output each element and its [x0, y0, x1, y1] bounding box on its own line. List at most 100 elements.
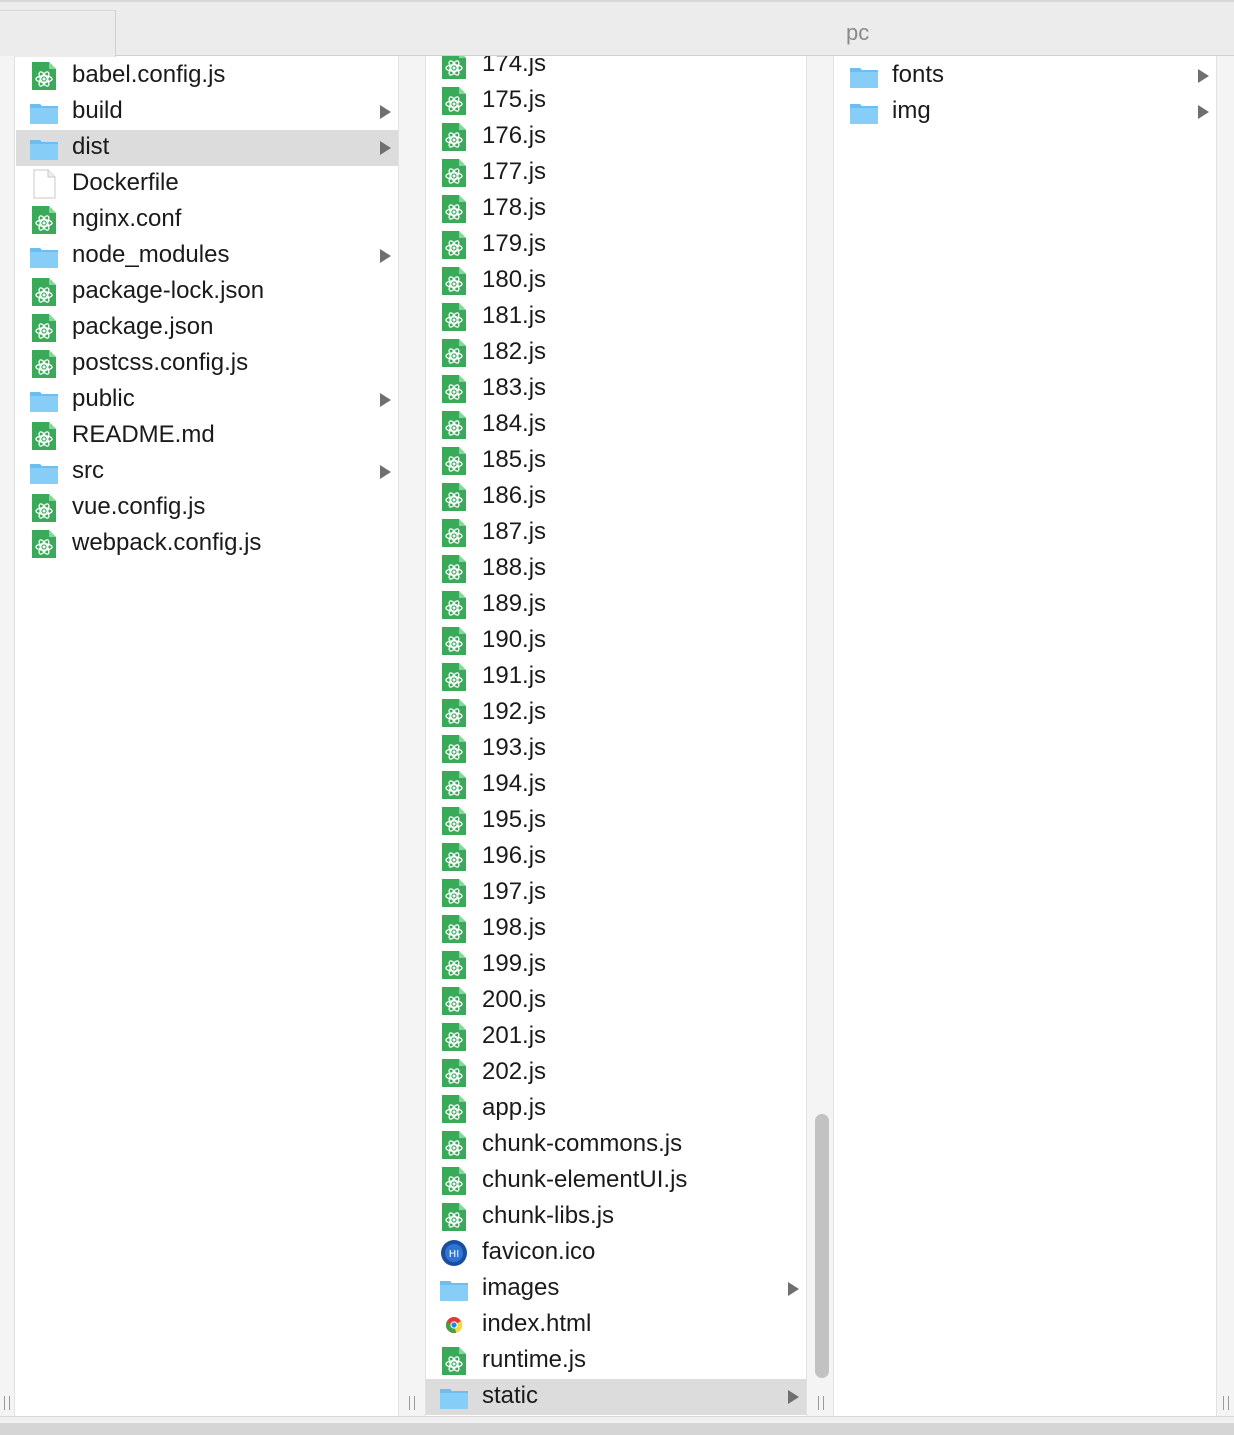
folder-icon	[30, 385, 58, 415]
folder-item-build[interactable]: build	[16, 94, 398, 130]
folder-item-static[interactable]: static	[426, 1379, 806, 1415]
file-item-199-js[interactable]: 199.js	[426, 947, 806, 983]
column-resize-handle[interactable]	[817, 1396, 825, 1410]
item-name: package-lock.json	[72, 277, 265, 304]
file-item-runtime-js[interactable]: runtime.js	[426, 1343, 806, 1379]
column-right-edge	[1216, 56, 1234, 1416]
file-item-package-lock-json[interactable]: package-lock.json	[16, 274, 398, 310]
file-item-chunk-elementui-js[interactable]: chunk-elementUI.js	[426, 1163, 806, 1199]
item-name: node_modules	[72, 241, 230, 268]
atom-file-icon	[440, 1094, 468, 1124]
atom-file-icon	[440, 842, 468, 872]
file-item-179-js[interactable]: 179.js	[426, 227, 806, 263]
file-item-app-js[interactable]: app.js	[426, 1091, 806, 1127]
file-item-187-js[interactable]: 187.js	[426, 515, 806, 551]
file-item-198-js[interactable]: 198.js	[426, 911, 806, 947]
atom-file-icon	[440, 482, 468, 512]
item-name: package.json	[72, 313, 214, 340]
file-item-182-js[interactable]: 182.js	[426, 335, 806, 371]
file-item-192-js[interactable]: 192.js	[426, 695, 806, 731]
file-item-babel-config-js[interactable]: babel.config.js	[16, 58, 398, 94]
file-item-193-js[interactable]: 193.js	[426, 731, 806, 767]
item-name: 180.js	[482, 266, 547, 293]
item-name: 186.js	[482, 482, 547, 509]
item-name: chunk-commons.js	[482, 1130, 683, 1157]
file-item-nginx-conf[interactable]: nginx.conf	[16, 202, 398, 238]
file-item-184-js[interactable]: 184.js	[426, 407, 806, 443]
file-item-chunk-libs-js[interactable]: chunk-libs.js	[426, 1199, 806, 1235]
atom-file-icon	[440, 374, 468, 404]
file-item-178-js[interactable]: 178.js	[426, 191, 806, 227]
chrome-html-file-icon	[440, 1310, 468, 1340]
file-item-183-js[interactable]: 183.js	[426, 371, 806, 407]
item-name: vue.config.js	[72, 493, 206, 520]
file-item-175-js[interactable]: 175.js	[426, 83, 806, 119]
file-item-190-js[interactable]: 190.js	[426, 623, 806, 659]
item-name: static	[482, 1382, 539, 1409]
file-item-195-js[interactable]: 195.js	[426, 803, 806, 839]
file-item-chunk-commons-js[interactable]: chunk-commons.js	[426, 1127, 806, 1163]
file-item-186-js[interactable]: 186.js	[426, 479, 806, 515]
folder-item-node-modules[interactable]: node_modules	[16, 238, 398, 274]
file-item-177-js[interactable]: 177.js	[426, 155, 806, 191]
column-divider[interactable]	[398, 56, 426, 1416]
item-name: public	[72, 385, 135, 412]
column-static: fonts img	[836, 56, 1216, 1416]
scrollbar-thumb[interactable]	[815, 1114, 829, 1378]
atom-file-icon	[440, 158, 468, 188]
disclosure-arrow-icon	[380, 141, 391, 155]
item-name: 190.js	[482, 626, 547, 653]
folder-item-fonts[interactable]: fonts	[836, 58, 1216, 94]
atom-file-icon	[440, 338, 468, 368]
folder-item-img[interactable]: img	[836, 94, 1216, 130]
file-item-dockerfile[interactable]: Dockerfile	[16, 166, 398, 202]
file-item-201-js[interactable]: 201.js	[426, 1019, 806, 1055]
item-name: 192.js	[482, 698, 547, 725]
file-item-188-js[interactable]: 188.js	[426, 551, 806, 587]
column-resize-handle[interactable]	[408, 1396, 416, 1410]
atom-file-icon	[440, 1022, 468, 1052]
file-item-197-js[interactable]: 197.js	[426, 875, 806, 911]
item-name: Dockerfile	[72, 169, 179, 196]
item-name: fonts	[892, 61, 945, 88]
atom-file-icon	[30, 529, 58, 559]
toolbar: pc	[0, 0, 1234, 57]
file-item-196-js[interactable]: 196.js	[426, 839, 806, 875]
file-item-176-js[interactable]: 176.js	[426, 119, 806, 155]
folder-icon	[30, 97, 58, 127]
atom-file-icon	[30, 349, 58, 379]
item-name: webpack.config.js	[72, 529, 262, 556]
file-item-index-html[interactable]: index.html	[426, 1307, 806, 1343]
file-item-180-js[interactable]: 180.js	[426, 263, 806, 299]
disclosure-arrow-icon	[1198, 69, 1209, 83]
file-item-favicon-ico[interactable]: HI favicon.ico	[426, 1235, 806, 1271]
file-item-vue-config-js[interactable]: vue.config.js	[16, 490, 398, 526]
column-resize-handle[interactable]	[1222, 1396, 1230, 1410]
file-item-webpack-config-js[interactable]: webpack.config.js	[16, 526, 398, 562]
file-item-181-js[interactable]: 181.js	[426, 299, 806, 335]
file-item-185-js[interactable]: 185.js	[426, 443, 806, 479]
folder-icon	[440, 1274, 468, 1304]
file-item-174-js[interactable]: 174.js	[426, 56, 806, 83]
column-resize-handle[interactable]	[3, 1396, 11, 1410]
file-item-191-js[interactable]: 191.js	[426, 659, 806, 695]
file-item-202-js[interactable]: 202.js	[426, 1055, 806, 1091]
folder-item-dist[interactable]: dist	[16, 130, 398, 166]
file-item-package-json[interactable]: package.json	[16, 310, 398, 346]
file-item-200-js[interactable]: 200.js	[426, 983, 806, 1019]
item-name: 184.js	[482, 410, 547, 437]
folder-item-public[interactable]: public	[16, 382, 398, 418]
file-item-189-js[interactable]: 189.js	[426, 587, 806, 623]
atom-file-icon	[440, 446, 468, 476]
file-item-readme-md[interactable]: README.md	[16, 418, 398, 454]
folder-item-src[interactable]: src	[16, 454, 398, 490]
item-name: 199.js	[482, 950, 547, 977]
file-item-postcss-config-js[interactable]: postcss.config.js	[16, 346, 398, 382]
folder-icon	[30, 241, 58, 271]
item-name: 194.js	[482, 770, 547, 797]
atom-file-icon	[30, 493, 58, 523]
item-name: app.js	[482, 1094, 547, 1121]
folder-item-images[interactable]: images	[426, 1271, 806, 1307]
file-item-194-js[interactable]: 194.js	[426, 767, 806, 803]
item-name: nginx.conf	[72, 205, 182, 232]
